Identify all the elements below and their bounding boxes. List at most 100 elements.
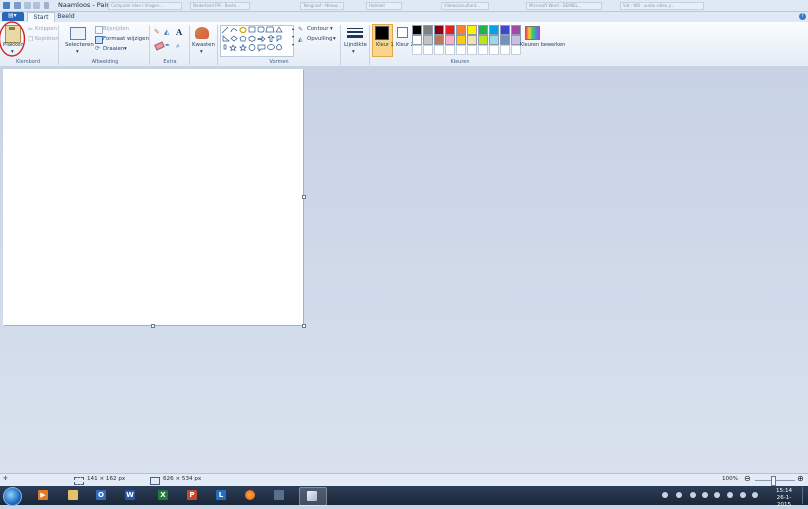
brushes-button[interactable]: Kwasten: [192, 42, 215, 48]
rotate-dropdown-icon[interactable]: ▾: [124, 46, 127, 52]
palette-swatch[interactable]: [500, 35, 510, 45]
taskbar-paint[interactable]: [299, 487, 327, 506]
canvas-resize-handle-right[interactable]: [302, 195, 306, 199]
palette-swatch[interactable]: [423, 45, 433, 55]
brushes-dropdown-icon[interactable]: ▾: [200, 49, 203, 55]
tray-icon[interactable]: [676, 492, 682, 498]
taskbar-lync[interactable]: L: [212, 487, 230, 504]
palette-swatch[interactable]: [489, 45, 499, 55]
palette-swatch[interactable]: [456, 25, 466, 35]
line-size-icon[interactable]: [347, 28, 363, 39]
palette-swatch[interactable]: [500, 45, 510, 55]
taskbar-media-player[interactable]: ▶: [34, 487, 52, 504]
palette-swatch[interactable]: [445, 35, 455, 45]
canvas-resize-handle-bottom[interactable]: [151, 324, 155, 328]
palette-swatch[interactable]: [478, 25, 488, 35]
zoom-slider-thumb[interactable]: [771, 476, 776, 486]
taskbar-explorer[interactable]: [64, 487, 82, 504]
select-icon[interactable]: [70, 27, 86, 40]
palette-swatch[interactable]: [489, 35, 499, 45]
line-size-dropdown-icon[interactable]: ▾: [352, 49, 355, 55]
palette-swatch[interactable]: [423, 25, 433, 35]
fill-button[interactable]: Opvulling: [307, 36, 333, 42]
tray-icon[interactable]: [727, 492, 733, 498]
select-dropdown-icon[interactable]: ▾: [76, 49, 79, 55]
palette-swatch[interactable]: [412, 45, 422, 55]
shapes-expand-icon[interactable]: ▾: [292, 42, 294, 47]
palette-swatch[interactable]: [445, 45, 455, 55]
help-icon[interactable]: ?: [799, 13, 806, 20]
color-picker-icon[interactable]: ✒: [165, 42, 170, 49]
pencil-icon[interactable]: ✎: [154, 28, 160, 36]
background-tab[interactable]: Microsoft Word - DEMIEL...: [526, 2, 602, 10]
magnifier-icon[interactable]: ⌕: [176, 42, 180, 51]
palette-swatch[interactable]: [500, 25, 510, 35]
palette-swatch[interactable]: [445, 25, 455, 35]
zoom-out-icon[interactable]: ⊖: [744, 474, 751, 483]
resize-icon[interactable]: [95, 36, 103, 44]
tray-icon[interactable]: [690, 492, 696, 498]
palette-swatch[interactable]: [456, 35, 466, 45]
resize-button[interactable]: Formaat wijzigen: [103, 36, 149, 42]
crop-icon[interactable]: [95, 26, 103, 34]
palette-swatch[interactable]: [511, 25, 521, 35]
palette-swatch[interactable]: [467, 45, 477, 55]
palette-swatch[interactable]: [423, 35, 433, 45]
taskbar-firefox[interactable]: [241, 487, 259, 504]
edit-colors-icon[interactable]: [525, 26, 540, 40]
taskbar-network-app[interactable]: [270, 487, 288, 504]
rotate-button[interactable]: Draaien: [103, 46, 124, 52]
palette-swatch[interactable]: [412, 35, 422, 45]
fill-dropdown-icon[interactable]: ▾: [333, 36, 336, 42]
tray-icon[interactable]: [714, 492, 720, 498]
undo-icon[interactable]: [24, 2, 31, 9]
palette-swatch[interactable]: [434, 35, 444, 45]
line-size-button[interactable]: Lijndikte: [344, 42, 367, 48]
background-tab[interactable]: Telegraaf - Nieuw...: [300, 2, 344, 10]
palette-swatch[interactable]: [478, 45, 488, 55]
canvas-resize-handle-corner[interactable]: [302, 324, 306, 328]
taskbar-word[interactable]: W: [121, 487, 139, 504]
palette-swatch[interactable]: [478, 35, 488, 45]
edit-colors-button[interactable]: Kleuren bewerken: [520, 42, 565, 48]
text-tool-icon[interactable]: A: [176, 27, 182, 37]
fill-bucket-icon[interactable]: ◭: [164, 28, 169, 36]
volume-icon[interactable]: [752, 492, 758, 498]
palette-swatch[interactable]: [489, 25, 499, 35]
background-tab[interactable]: Videoconsultant...: [441, 2, 489, 10]
background-tab[interactable]: Nederland FM - Beste...: [190, 2, 250, 10]
save-icon[interactable]: [14, 2, 21, 9]
outline-dropdown-icon[interactable]: ▾: [330, 26, 333, 32]
outline-button[interactable]: Contour: [307, 26, 329, 32]
select-button[interactable]: Selecteren: [65, 42, 94, 48]
brushes-icon[interactable]: [195, 27, 209, 39]
rotate-icon[interactable]: ⟳: [95, 45, 100, 52]
copy-icon[interactable]: ❐: [28, 36, 33, 43]
paint-app-icon[interactable]: [3, 2, 10, 9]
cut-button[interactable]: Knippen: [35, 26, 57, 32]
shapes-scroll-down-icon[interactable]: ▾: [292, 34, 294, 39]
shapes-gallery-icons[interactable]: [221, 26, 291, 54]
redo-icon[interactable]: [33, 2, 40, 9]
show-desktop-button[interactable]: [802, 487, 808, 504]
background-tab[interactable]: Hotmail: [366, 2, 402, 10]
cut-icon[interactable]: ✂: [28, 26, 33, 33]
palette-swatch[interactable]: [434, 45, 444, 55]
start-button[interactable]: [3, 487, 22, 506]
tray-icon[interactable]: [662, 492, 668, 498]
palette-swatch[interactable]: [467, 35, 477, 45]
palette-swatch[interactable]: [467, 25, 477, 35]
fill-icon[interactable]: ◭: [298, 36, 303, 43]
copy-button[interactable]: Kopiëren: [35, 36, 59, 42]
quick-access-dropdown-icon[interactable]: [44, 2, 49, 9]
background-tab[interactable]: Computer Idee / Vragen...: [108, 2, 182, 10]
zoom-in-icon[interactable]: ⊕: [797, 474, 804, 483]
color2-swatch[interactable]: [397, 27, 408, 38]
palette-swatch[interactable]: [434, 25, 444, 35]
taskbar-outlook[interactable]: O: [92, 487, 110, 504]
palette-swatch[interactable]: [456, 45, 466, 55]
clock[interactable]: 15:14 26-1-2015: [770, 488, 798, 509]
shapes-scroll-up-icon[interactable]: ▴: [292, 26, 294, 31]
drawing-canvas[interactable]: [3, 69, 303, 325]
palette-swatch[interactable]: [412, 25, 422, 35]
